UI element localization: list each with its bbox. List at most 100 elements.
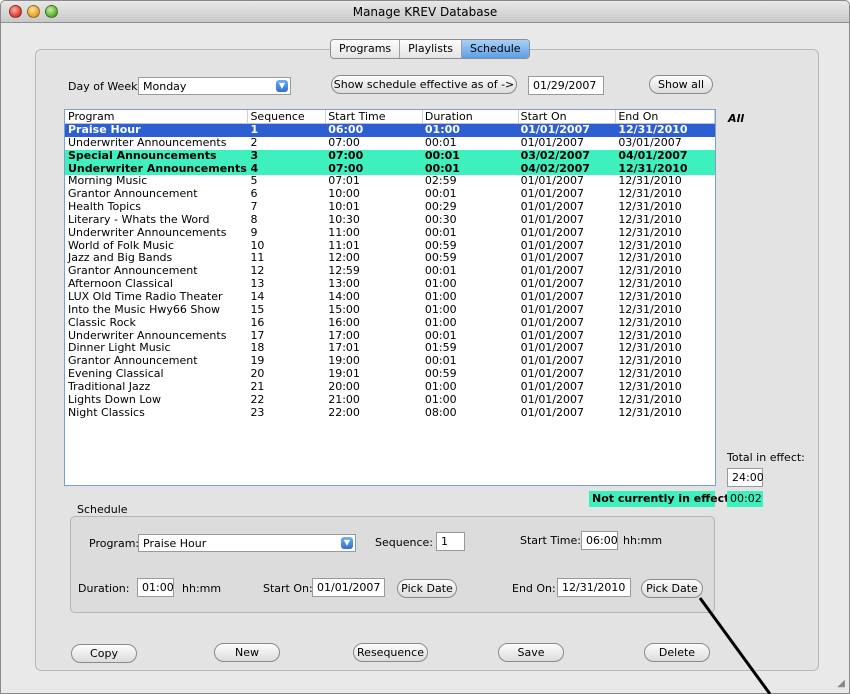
cell-duration: 01:00 (424, 124, 460, 136)
schedule-group (70, 516, 715, 613)
cell-duration: 02:59 (424, 175, 457, 188)
table-row[interactable]: Grantor Announcement 12 12:59 00:01 01/01/20… (65, 265, 715, 278)
table-row[interactable]: Special Announcements 3 07:00 00:01 03/02/20… (65, 149, 715, 163)
cell-sequence: 1 (250, 124, 259, 136)
table-row[interactable]: Afternoon Classical 13 13:00 01:00 01/01/200… (65, 278, 715, 291)
table-row[interactable]: Grantor Announcement 19 19:00 00:01 01/01/20… (65, 355, 715, 368)
table-row[interactable]: Traditional Jazz 21 20:00 01:00 01/01/2007 12… (65, 381, 715, 394)
show-all-button[interactable]: Show all (649, 75, 713, 94)
cell-program: Grantor Announcement (68, 188, 198, 201)
end-on-label: End On: (512, 582, 556, 595)
total-in-effect-label: Total in effect: (727, 451, 805, 464)
tab-playlists[interactable]: Playlists (400, 40, 462, 58)
table-row[interactable]: Underwriter Announcements 17 17:00 00:01 01/… (65, 330, 715, 343)
table-row[interactable]: LUX Old Time Radio Theater 14 14:00 01:00 01… (65, 291, 715, 304)
cell-end-on: 12/31/2010 (618, 380, 682, 393)
table-row[interactable]: Underwriter Announcements 4 07:00 00:01 04/0… (65, 162, 715, 176)
show-effective-button[interactable]: Show schedule effective as of -> (331, 75, 517, 94)
table-header: Program Sequence Start Time Duration Sta… (65, 110, 715, 124)
cell-start-on: 01/01/2007 (520, 175, 585, 188)
cell-end-on: 12/31/2010 (618, 406, 682, 419)
table-row[interactable]: Health Topics 7 10:01 00:29 01/01/2007 12/31/… (65, 201, 715, 214)
save-button[interactable]: Save (498, 643, 564, 662)
table-body: Praise Hour 1 06:00 01:00 01/01/2007 12/31/20… (65, 124, 715, 419)
cell-start-time: 13:00 (328, 278, 360, 291)
table-row[interactable]: Literary - Whats the Word 8 10:30 00:30 01/0… (65, 214, 715, 227)
column-header-end-on[interactable]: End On (616, 110, 715, 123)
cell-duration: 00:59 (424, 252, 457, 265)
cell-start-on: 04/02/2007 (520, 162, 590, 175)
app-window: Manage KREV Database Programs Playlists … (0, 0, 850, 694)
cell-sequence: 21 (250, 380, 265, 393)
cell-program: Jazz and Big Bands (68, 252, 173, 265)
start-on-field[interactable]: 01/01/2007 (312, 578, 385, 597)
duration-field[interactable]: 01:00 (137, 578, 174, 597)
cell-program: Underwriter Announcements (68, 136, 227, 149)
program-select[interactable]: Praise Hour ▼ (138, 534, 356, 552)
cell-end-on: 12/31/2010 (618, 124, 688, 136)
table-row[interactable]: Praise Hour 1 06:00 01:00 01/01/2007 12/31/20… (65, 124, 715, 137)
cell-start-on: 01/01/2007 (520, 136, 585, 149)
cell-sequence: 20 (250, 368, 265, 381)
tab-schedule[interactable]: Schedule (461, 40, 529, 58)
table-row[interactable]: Lights Down Low 22 21:00 01:00 01/01/2007 12/… (65, 394, 715, 407)
resize-grip-icon[interactable]: ◢ (837, 678, 845, 689)
end-pick-date-button[interactable]: Pick Date (641, 579, 703, 598)
tab-programs[interactable]: Programs (331, 40, 401, 58)
cell-end-on: 12/31/2010 (618, 393, 682, 406)
column-header-start-on[interactable]: Start On (519, 110, 617, 123)
table-row[interactable]: Jazz and Big Bands 11 12:00 00:59 01/01/2007… (65, 252, 715, 265)
sequence-field[interactable]: 1 (436, 532, 465, 551)
table-row[interactable]: Morning Music 5 07:01 02:59 01/01/2007 12/31/… (65, 175, 715, 188)
program-label: Program: (89, 537, 140, 550)
cell-program: Dinner Light Music (68, 342, 171, 355)
cell-end-on: 12/31/2010 (618, 162, 688, 175)
cell-start-time: 12:59 (328, 265, 360, 278)
cell-sequence: 12 (250, 265, 265, 278)
table-row[interactable]: Into the Music Hwy66 Show 15 15:00 01:00 01/… (65, 304, 715, 317)
resequence-button[interactable]: Resequence (353, 643, 428, 662)
not-in-effect-value: 00:02 (727, 491, 763, 507)
copy-button[interactable]: Copy (71, 644, 137, 663)
delete-button[interactable]: Delete (644, 643, 710, 662)
column-header-duration[interactable]: Duration (423, 110, 519, 123)
cell-program: Grantor Announcement (68, 265, 198, 278)
window-title: Manage KREV Database (352, 5, 498, 19)
cell-sequence: 23 (250, 406, 265, 419)
column-header-sequence[interactable]: Sequence (248, 110, 327, 123)
cell-duration: 00:29 (424, 201, 457, 214)
table-row[interactable]: Evening Classical 20 19:01 00:59 01/01/2007 1… (65, 368, 715, 381)
cell-start-time: 14:00 (328, 290, 360, 303)
chevron-down-icon: ▼ (341, 537, 353, 549)
schedule-table[interactable]: Program Sequence Start Time Duration Sta… (64, 109, 716, 486)
table-row[interactable]: Night Classics 23 22:00 08:00 01/01/2007 12/3… (65, 407, 715, 420)
start-pick-date-button[interactable]: Pick Date (397, 579, 457, 598)
sequence-label: Sequence: (375, 536, 433, 549)
new-button[interactable]: New (214, 643, 280, 662)
table-row[interactable]: World of Folk Music 10 11:01 00:59 01/01/200… (65, 240, 715, 253)
cell-sequence: 17 (250, 329, 265, 342)
cell-end-on: 12/31/2010 (618, 368, 682, 381)
cell-start-on: 01/01/2007 (520, 303, 585, 316)
day-of-week-select[interactable]: Monday ▼ (138, 77, 291, 95)
cell-program: Morning Music (68, 175, 148, 188)
table-row[interactable]: Classic Rock 16 16:00 01:00 01/01/2007 12/31/… (65, 317, 715, 330)
cell-end-on: 12/31/2010 (618, 226, 682, 239)
table-row[interactable]: Grantor Announcement 6 10:00 00:01 01/01/200… (65, 188, 715, 201)
cell-start-time: 10:01 (328, 201, 360, 214)
table-row[interactable]: Dinner Light Music 18 17:01 01:59 01/01/2007… (65, 342, 715, 355)
table-row[interactable]: Underwriter Announcements 9 11:00 00:01 01/0… (65, 227, 715, 240)
effective-date-field[interactable]: 01/29/2007 (528, 76, 604, 95)
end-on-field[interactable]: 12/31/2010 (557, 578, 631, 597)
column-header-program[interactable]: Program (65, 110, 249, 123)
cell-sequence: 6 (250, 188, 258, 201)
table-row[interactable]: Underwriter Announcements 2 07:00 00:01 01/0… (65, 137, 715, 150)
cell-start-on: 01/01/2007 (520, 252, 585, 265)
cell-program: Special Announcements (68, 149, 217, 162)
cell-duration: 01:00 (424, 303, 457, 316)
cell-start-time: 19:00 (328, 355, 360, 368)
total-in-effect-value: 24:00 (727, 468, 764, 487)
start-time-field[interactable]: 06:00 (581, 531, 618, 550)
cell-start-on: 01/01/2007 (520, 265, 585, 278)
column-header-start-time[interactable]: Start Time (326, 110, 423, 123)
